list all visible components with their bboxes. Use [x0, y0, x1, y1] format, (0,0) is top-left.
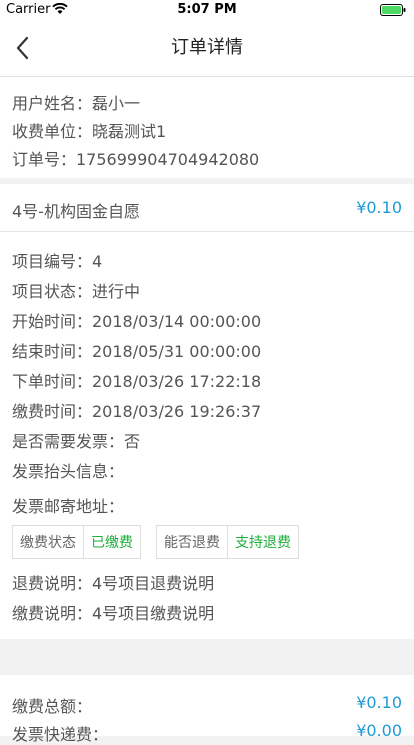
divider: [0, 231, 414, 232]
back-chevron-icon[interactable]: [12, 34, 36, 62]
user-name-row: 用户姓名：磊小一: [12, 94, 141, 113]
detail-row: 下单时间：2018/03/26 17:22:18: [12, 372, 262, 391]
refund-note: 退费说明：4号项目退费说明: [12, 574, 215, 593]
payment-status-label: 缴费状态: [13, 526, 84, 558]
detail-row: 结束时间：2018/05/31 00:00:00: [12, 342, 262, 361]
payee-unit-row: 收费单位：晓磊测试1: [12, 122, 167, 141]
detail-row: 是否需要发票：否: [12, 432, 141, 451]
battery-icon: [380, 4, 406, 16]
page-title: 订单详情: [171, 37, 243, 58]
refund-status-value: 支持退费: [235, 535, 291, 551]
order-detail-card: 4号-机构固金自愿 ¥0.10 项目编号：4 项目状态：进行中 开始时间：201…: [0, 184, 414, 639]
detail-row: 项目编号：4: [12, 252, 103, 271]
invoice-shipping-label: 发票快递费：: [12, 725, 109, 744]
refund-status-label: 能否退费: [157, 526, 228, 558]
payment-status-tag: 缴费状态 已缴费: [12, 525, 141, 559]
totals-card: 缴费总额： ¥0.10 发票快递费： ¥0.00: [0, 675, 414, 744]
user-info-card: 用户姓名：磊小一 收费单位：晓磊测试1 订单号：1756999047049420…: [0, 77, 414, 178]
detail-row: 发票邮寄地址：: [12, 497, 125, 516]
project-name: 4号-机构固金自愿: [12, 202, 140, 221]
total-paid-value: ¥0.10: [356, 693, 402, 712]
detail-row: 发票抬头信息：: [12, 462, 125, 481]
clock: 5:07 PM: [177, 2, 237, 17]
detail-row: 项目状态：进行中: [12, 282, 141, 301]
nav-bar: 订单详情: [0, 20, 414, 77]
detail-row: 缴费时间：2018/03/26 19:26:37: [12, 402, 262, 421]
payment-note: 缴费说明：4号项目缴费说明: [12, 604, 215, 623]
total-paid-label: 缴费总额：: [12, 697, 93, 716]
detail-row: 开始时间：2018/03/14 00:00:00: [12, 312, 262, 331]
refund-status-tag: 能否退费 支持退费: [156, 525, 299, 559]
project-price: ¥0.10: [356, 198, 402, 217]
invoice-shipping-value: ¥0.00: [356, 721, 402, 740]
order-number-row: 订单号：17569990470494208​0: [12, 150, 260, 169]
payment-status-value: 已缴费: [91, 535, 133, 551]
status-bar: Carrier 5:07 PM: [0, 0, 414, 20]
